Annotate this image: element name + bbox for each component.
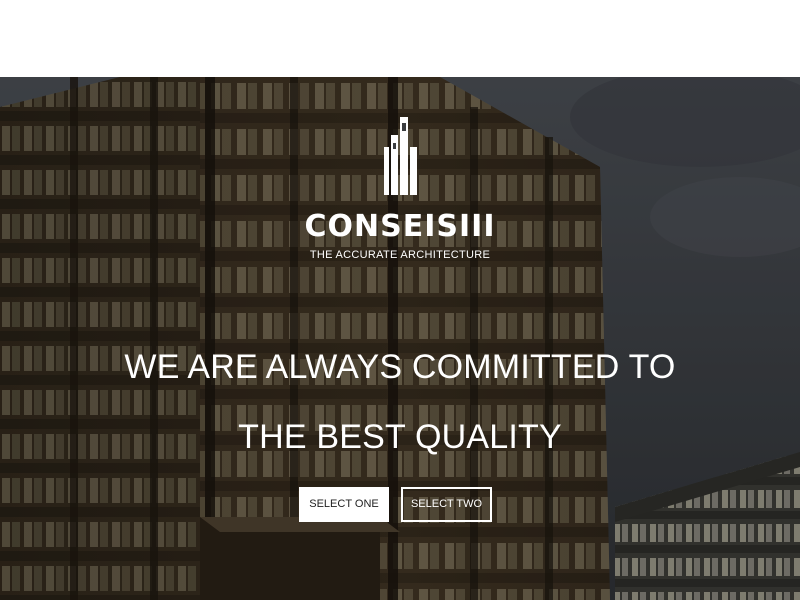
top-bar bbox=[0, 0, 800, 77]
hero-section: CONSEISIII THE ACCURATE ARCHITECTURE WE … bbox=[0, 77, 800, 600]
hero-headline-line1: WE ARE ALWAYS COMMITTED TO bbox=[124, 348, 676, 386]
building-logo-icon bbox=[384, 117, 417, 195]
hero-headline-line2: THE BEST QUALITY bbox=[238, 418, 562, 456]
select-one-button[interactable]: SELECT ONE bbox=[299, 487, 389, 522]
hero-content: CONSEISIII THE ACCURATE ARCHITECTURE WE … bbox=[0, 77, 800, 600]
brand-name: CONSEISIII bbox=[304, 209, 496, 244]
select-two-button[interactable]: SELECT TWO bbox=[401, 487, 492, 522]
brand-tagline: THE ACCURATE ARCHITECTURE bbox=[309, 249, 491, 261]
